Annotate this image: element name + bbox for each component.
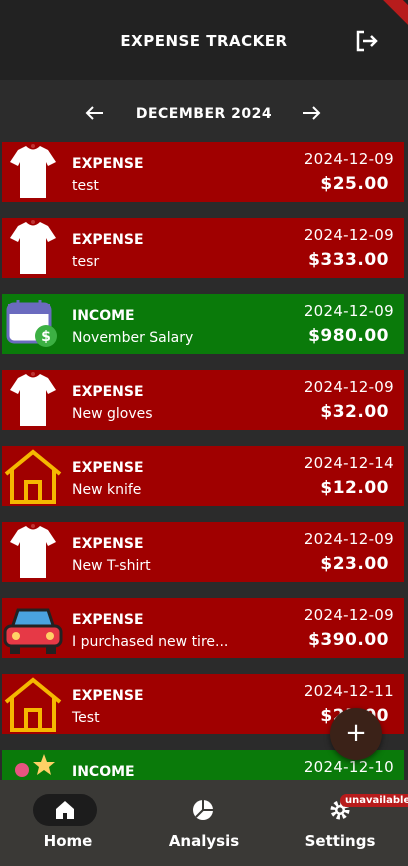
transaction-description: I purchased new tire...: [72, 634, 229, 650]
transaction-list[interactable]: EXPENSE test 2024-12-09 $25.00 EXPENSE t…: [0, 142, 408, 780]
month-navigator: DECEMBER 2024: [0, 80, 408, 142]
car-icon: [3, 608, 63, 654]
transaction-row[interactable]: $ INCOME November Salary 2024-12-09 $980…: [2, 294, 404, 354]
house-icon: [4, 677, 62, 732]
transaction-date: 2024-12-09: [303, 378, 394, 396]
nav-item-analysis[interactable]: Analysis: [136, 780, 272, 866]
transaction-row[interactable]: EXPENSE New gloves 2024-12-09 $32.00: [2, 370, 404, 430]
transaction-type: INCOME: [72, 764, 135, 780]
tshirt-icon: [10, 372, 56, 426]
transaction-date: 2024-12-09: [303, 226, 394, 244]
transaction-description: New T-shirt: [72, 558, 151, 574]
nav-item-settings[interactable]: Settings: [272, 780, 408, 866]
nav-label-settings: Settings: [304, 832, 376, 850]
plus-icon: +: [345, 718, 367, 748]
pie-chart-icon: [193, 800, 213, 820]
transaction-row[interactable]: EXPENSE tesr 2024-12-09 $333.00: [2, 218, 404, 278]
transaction-type: EXPENSE: [72, 460, 144, 476]
nav-label-home: Home: [43, 832, 93, 850]
app-title: EXPENSE TRACKER: [120, 32, 288, 50]
transaction-row[interactable]: EXPENSE New knife 2024-12-14 $12.00: [2, 446, 404, 506]
svg-text:$: $: [41, 329, 51, 345]
transaction-date: 2024-12-14: [303, 454, 394, 472]
transaction-description: tesr: [72, 254, 100, 270]
next-month-button[interactable]: [298, 100, 324, 126]
transaction-amount: $12.00: [320, 478, 389, 498]
transaction-date: 2024-12-09: [303, 606, 394, 624]
transaction-description: Test: [72, 710, 100, 726]
transaction-type: EXPENSE: [72, 384, 144, 400]
transaction-type: EXPENSE: [72, 156, 144, 172]
transaction-row[interactable]: EXPENSE New T-shirt 2024-12-09 $23.00: [2, 522, 404, 582]
transaction-description: test: [72, 178, 99, 194]
transaction-type: EXPENSE: [72, 688, 144, 704]
app-bar: EXPENSE TRACKER: [0, 0, 408, 80]
transaction-description: November Salary: [72, 330, 194, 346]
bottom-navigation: Home Analysis Settings: [0, 780, 408, 866]
house-icon: [4, 449, 62, 504]
nav-item-home[interactable]: Home: [0, 780, 136, 866]
transaction-amount: $980.00: [308, 326, 389, 346]
transaction-type: EXPENSE: [72, 232, 144, 248]
month-label: DECEMBER 2024: [135, 106, 273, 122]
transaction-type: INCOME: [72, 308, 135, 324]
nav-label-analysis: Analysis: [168, 832, 240, 850]
tshirt-icon: [10, 144, 56, 198]
transaction-amount: $32.00: [320, 402, 389, 422]
transaction-date: 2024-12-09: [303, 150, 394, 168]
transaction-amount: $333.00: [308, 250, 389, 270]
logout-icon[interactable]: [352, 26, 382, 56]
transaction-amount: $23.00: [320, 554, 389, 574]
transaction-amount: $390.00: [308, 630, 389, 650]
transaction-type: EXPENSE: [72, 612, 144, 628]
transaction-date: 2024-12-10: [303, 758, 394, 776]
calendar-money-icon: $: [6, 300, 57, 347]
transaction-date: 2024-12-11: [303, 682, 394, 700]
tshirt-icon: [10, 220, 56, 274]
transaction-type: EXPENSE: [72, 536, 144, 552]
add-transaction-button[interactable]: +: [330, 708, 382, 760]
transaction-row[interactable]: EXPENSE test 2024-12-09 $25.00: [2, 142, 404, 202]
transaction-row[interactable]: EXPENSE I purchased new tire... 2024-12-…: [2, 598, 404, 658]
transaction-date: 2024-12-09: [303, 530, 394, 548]
transaction-description: New gloves: [72, 406, 153, 422]
unavailable-badge: unavailable: [340, 794, 408, 807]
transaction-date: 2024-12-09: [303, 302, 394, 320]
tshirt-icon: [10, 524, 56, 578]
gift-icon: [15, 754, 55, 777]
transaction-amount: $25.00: [320, 174, 389, 194]
home-icon: [56, 801, 74, 819]
transaction-description: New knife: [72, 482, 142, 498]
